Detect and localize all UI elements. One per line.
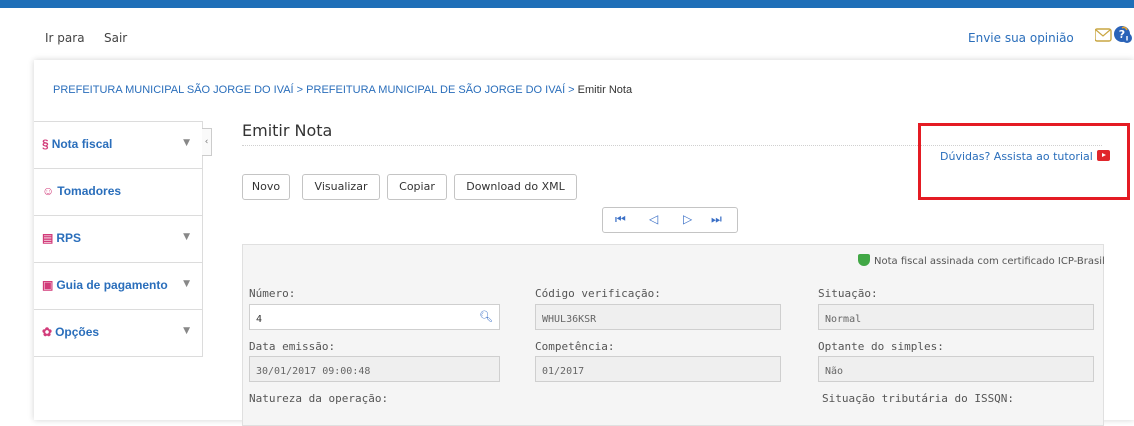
numero-value: 4	[256, 314, 263, 325]
page-title: Emitir Nota	[242, 121, 333, 140]
situacao-field: Normal	[818, 304, 1094, 330]
optante-simples-field: Não	[818, 356, 1094, 382]
certificate-text: Nota fiscal assinada com certificado ICP…	[874, 256, 1105, 267]
download-xml-button[interactable]: Download do XML	[454, 174, 577, 200]
sidebar-item-label: Guia de pagamento	[56, 278, 168, 292]
novo-button[interactable]: Novo	[242, 174, 290, 200]
sidebar-item-label: RPS	[56, 231, 82, 245]
sidebar-item-label: Tomadores	[57, 184, 122, 198]
natureza-operacao-label: Natureza da operação:	[249, 392, 389, 405]
codigo-verificacao-label: Código verificação:	[535, 287, 661, 300]
sidebar: § Nota fiscal ▼ ☺ Tomadores ▤ RPS ▼ ▣ Guia d…	[34, 121, 203, 357]
sidebar-item-opcoes[interactable]: ✿ Opções ▼	[34, 310, 202, 356]
shield-check-icon	[858, 254, 870, 266]
first-record-icon[interactable]: ⏮	[615, 212, 626, 227]
competencia-label: Competência:	[535, 340, 615, 353]
breadcrumb-separator: >	[565, 84, 578, 96]
sidebar-item-guia-pagamento[interactable]: ▣ Guia de pagamento ▼	[34, 263, 202, 310]
codigo-verificacao-field: WHUL36KSR	[535, 304, 781, 330]
chevron-down-icon: ▼	[183, 232, 190, 242]
last-record-icon[interactable]: ⏭	[711, 212, 722, 227]
optante-simples-label: Optante do simples:	[818, 340, 944, 353]
chevron-down-icon: ▼	[183, 138, 190, 148]
visualizar-button[interactable]: Visualizar	[302, 174, 380, 200]
numero-input[interactable]: 4 🔍︎	[249, 304, 500, 330]
chevron-down-icon: ▼	[183, 326, 190, 336]
search-icon[interactable]: 🔍︎	[479, 310, 493, 323]
breadcrumb-current: Emitir Nota	[577, 84, 633, 96]
exit-link[interactable]: Sair	[104, 31, 127, 45]
mail-feedback-icon[interactable]	[1094, 28, 1112, 42]
feedback-link[interactable]: Envie sua opinião	[968, 31, 1074, 45]
breadcrumb-separator: >	[293, 84, 307, 96]
top-accent-bar	[0, 0, 1134, 8]
data-emissao-value: 30/01/2017 09:00:48	[256, 366, 371, 377]
sidebar-item-rps[interactable]: ▤ RPS ▼	[34, 216, 202, 263]
chevron-down-icon: ▼	[183, 279, 190, 289]
competencia-field: 01/2017	[535, 356, 781, 382]
breadcrumb-link-2[interactable]: PREFEITURA MUNICIPAL DE SÃO JORGE DO IVA…	[306, 84, 565, 96]
bulb-info-icon[interactable]	[1118, 26, 1132, 44]
record-pager: ⏮ ◁ ▷ ⏭	[602, 207, 738, 233]
sidebar-item-label: Opções	[55, 325, 100, 339]
numero-label: Número:	[249, 287, 296, 300]
previous-record-icon[interactable]: ◁	[649, 212, 658, 226]
optante-simples-value: Não	[825, 366, 844, 377]
highlight-annotation-box	[918, 123, 1130, 200]
sidebar-item-label: Nota fiscal	[51, 137, 113, 151]
next-record-icon[interactable]: ▷	[683, 212, 692, 226]
list-icon: ▤	[42, 231, 54, 245]
gear-icon: ✿	[42, 325, 53, 339]
competencia-value: 01/2017	[542, 366, 585, 377]
sidebar-item-tomadores[interactable]: ☺ Tomadores	[34, 169, 202, 216]
breadcrumb-link-1[interactable]: PREFEITURA MUNICIPAL SÃO JORGE DO IVAÍ	[53, 84, 294, 96]
situacao-label: Situação:	[818, 287, 878, 300]
codigo-verificacao-value: WHUL36KSR	[542, 314, 597, 325]
situacao-value: Normal	[825, 314, 862, 325]
sidebar-collapse-button[interactable]: ‹	[202, 128, 212, 156]
go-to-menu[interactable]: Ir para	[45, 31, 85, 45]
situacao-tributaria-label: Situação tributária do ISSQN:	[822, 392, 1015, 405]
copiar-button[interactable]: Copiar	[387, 174, 447, 200]
nota-fiscal-icon: §	[42, 137, 49, 151]
sidebar-item-nota-fiscal[interactable]: § Nota fiscal ▼	[34, 122, 202, 169]
data-emissao-field: 30/01/2017 09:00:48	[249, 356, 500, 382]
person-icon: ☺	[42, 184, 55, 198]
data-emissao-label: Data emissão:	[249, 340, 336, 353]
receipt-icon: ▣	[42, 278, 54, 292]
certificate-status: Nota fiscal assinada com certificado ICP…	[858, 254, 1105, 267]
breadcrumb: PREFEITURA MUNICIPAL SÃO JORGE DO IVAÍ >…	[53, 84, 632, 96]
